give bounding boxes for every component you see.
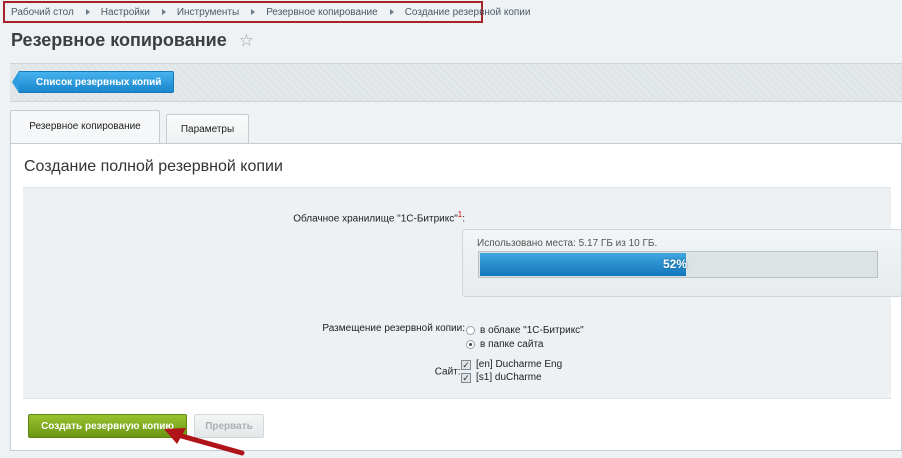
backup-form: Облачное хранилище "1С-Битрикс"1: Исполь… [23,187,902,399]
site-option-s1[interactable]: ✓ [s1] duCharme [461,372,542,383]
storage-progress-bar: 52% [478,251,878,278]
breadcrumb-item-desktop[interactable]: Рабочий стол [11,7,74,18]
placement-option-cloud-label: в облаке "1С-Битрикс" [480,325,584,336]
storage-usage-text: Использовано места: 5.17 ГБ из 10 ГБ. [477,238,658,249]
backup-list-button[interactable]: Список резервных копий [11,71,175,93]
toolbar: Список резервных копий [10,63,902,102]
page-title: Резервное копирование [11,30,227,50]
placement-option-cloud[interactable]: в облаке "1С-Битрикс" [466,325,584,336]
breadcrumb-separator-icon [389,9,394,15]
placement-option-site-folder-label: в папке сайта [480,339,544,350]
checkbox-site-en[interactable]: ✓ [461,359,471,370]
tab-backup[interactable]: Резервное копирование [10,110,160,144]
section-title: Создание полной резервной копии [24,158,283,175]
radio-site-folder[interactable] [466,340,475,349]
placement-label: Размещение резервной копии: [322,323,465,334]
page-title-row: Резервное копирование ☆ [11,30,254,51]
storage-progress-fill [480,253,686,276]
placement-option-site-folder[interactable]: в папке сайта [466,339,544,350]
breadcrumb-separator-icon [85,9,90,15]
storage-progress-label: 52% [663,257,688,271]
breadcrumb-separator-icon [161,9,166,15]
breadcrumb-item-tools[interactable]: Инструменты [177,7,239,18]
storage-usage-box: Использовано места: 5.17 ГБ из 10 ГБ. 52… [462,229,902,297]
site-option-en[interactable]: ✓ [en] Ducharme Eng [461,359,562,370]
site-option-s1-label: [s1] duCharme [476,372,542,383]
breadcrumb-item-create-backup[interactable]: Создание резервной копии [405,7,531,18]
breadcrumb: Рабочий стол Настройки Инструменты Резер… [3,1,530,23]
site-option-en-label: [en] Ducharme Eng [476,359,563,370]
tab-parameters[interactable]: Параметры [166,114,249,143]
radio-cloud[interactable] [466,326,475,335]
breadcrumb-separator-icon [251,9,256,15]
breadcrumb-item-backup[interactable]: Резервное копирование [266,7,378,18]
backup-panel: Создание полной резервной копии Облачное… [10,143,902,451]
cloud-storage-label: Облачное хранилище "1С-Битрикс"1: [293,210,465,225]
annotation-arrow-icon [164,428,245,456]
checkbox-site-s1[interactable]: ✓ [461,372,471,383]
star-icon[interactable]: ☆ [239,32,254,49]
breadcrumb-item-settings[interactable]: Настройки [101,7,150,18]
